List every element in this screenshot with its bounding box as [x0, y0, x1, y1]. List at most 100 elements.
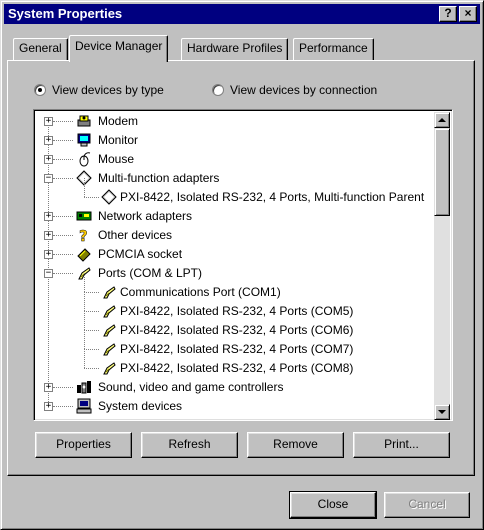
tree-child-item[interactable]: PXI-8422, Isolated RS-232, 4 Ports (COM6… [36, 311, 434, 340]
question-icon: ? [76, 227, 92, 246]
tree-connector [84, 273, 85, 292]
svg-text:?: ? [79, 227, 88, 243]
tree-connector [53, 235, 73, 236]
title-bar[interactable]: System Properties ? × [4, 4, 480, 24]
tab-hardware-profiles[interactable]: Hardware Profiles [181, 38, 289, 60]
computer-icon [76, 398, 92, 414]
tree-item-label: System devices [98, 399, 183, 413]
system-properties-window: System Properties ? × General Device Man… [0, 0, 484, 530]
tree-connector [84, 292, 85, 311]
expand-icon[interactable]: + [44, 155, 53, 164]
expand-icon[interactable]: + [44, 136, 53, 145]
properties-button[interactable]: Properties [35, 432, 132, 458]
tree-connector [84, 349, 99, 350]
tree-category-item[interactable]: + PCMCIA socket [36, 245, 434, 264]
device-tree[interactable]: + Modem + Monitor + Mouse − Multi-function adap… [33, 109, 453, 421]
tree-connector [53, 178, 73, 179]
tree-category-item[interactable]: + Network adapters [36, 207, 434, 226]
expand-icon[interactable]: + [44, 402, 53, 411]
tree-child-item[interactable]: PXI-8422, Isolated RS-232, 4 Ports (COM8… [36, 349, 434, 378]
scroll-thumb[interactable] [434, 128, 450, 216]
tree-connector [84, 197, 99, 198]
refresh-button[interactable]: Refresh [141, 432, 238, 458]
arrow-up-icon [438, 118, 446, 122]
radio-view-by-connection[interactable]: View devices by connection [212, 81, 377, 99]
tree-item-label: Modem [98, 114, 139, 128]
tree-connector [84, 178, 85, 197]
tree-item-label: Communications Port (COM1) [120, 285, 281, 299]
tree-item-label: PXI-8422, Isolated RS-232, 4 Ports (COM5… [120, 304, 354, 318]
radio-button-checked[interactable] [34, 84, 46, 96]
expand-icon[interactable]: + [44, 117, 53, 126]
tree-connector [84, 330, 85, 349]
tree-item-label: Other devices [98, 228, 173, 242]
tree-category-item[interactable]: − Multi-function adapters [36, 169, 434, 188]
mouse-icon [76, 151, 92, 167]
tree-item-label: PCMCIA socket [98, 247, 183, 261]
tree-item-label: PXI-8422, Isolated RS-232, 4 Ports (COM8… [120, 361, 354, 375]
tree-connector [53, 387, 73, 388]
sound-icon [76, 379, 92, 395]
expand-icon[interactable]: + [44, 250, 53, 259]
refresh-label: Refresh [168, 437, 211, 451]
vertical-scrollbar[interactable] [434, 112, 450, 420]
scroll-down-button[interactable] [434, 404, 450, 420]
close-icon[interactable]: × [459, 6, 477, 22]
tree-item-label: Mouse [98, 152, 135, 166]
tree-connector [84, 368, 99, 369]
tree-item-label: Sound, video and game controllers [98, 380, 284, 394]
tree-connector [84, 292, 99, 293]
radio-button[interactable] [212, 84, 224, 96]
tree-child-item[interactable]: Communications Port (COM1) [36, 273, 434, 302]
tree-child-item[interactable]: PXI-8422, Isolated RS-232, 4 Ports (COM7… [36, 330, 434, 359]
tree-connector [53, 273, 73, 274]
radio-view-by-type[interactable]: View devices by type [34, 81, 164, 99]
tab-device-manager[interactable]: Device Manager [69, 35, 169, 62]
close-button[interactable]: Close [289, 491, 377, 519]
scroll-up-button[interactable] [434, 112, 450, 128]
tree-connector [53, 216, 73, 217]
port-icon [101, 322, 117, 338]
tree-category-item[interactable]: + Mouse [36, 150, 434, 169]
multifunction-adapter-icon [101, 189, 117, 205]
cancel-label: Cancel [408, 497, 446, 511]
help-button[interactable]: ? [439, 6, 457, 22]
expand-icon[interactable]: + [44, 231, 53, 240]
tree-child-item[interactable]: PXI-8422, Isolated RS-232, 4 Ports, Mult… [36, 178, 434, 207]
tree-item-label: PXI-8422, Isolated RS-232, 4 Ports (COM7… [120, 342, 354, 356]
print-button[interactable]: Print... [353, 432, 450, 458]
tree-item-label: PXI-8422, Isolated RS-232, 4 Ports (COM6… [120, 323, 354, 337]
tree-connector [84, 330, 99, 331]
tree-category-item[interactable]: + Sound, video and game controllers [36, 378, 434, 397]
properties-label: Properties [56, 437, 111, 451]
port-icon [101, 341, 117, 357]
expand-icon[interactable]: + [44, 383, 53, 392]
tab-performance[interactable]: Performance [293, 38, 374, 60]
tree-item-label: PXI-8422, Isolated RS-232, 4 Ports, Mult… [120, 190, 425, 204]
tree-category-item[interactable]: + System devices [36, 397, 434, 416]
tree-child-item[interactable]: PXI-8422, Isolated RS-232, 4 Ports (COM5… [36, 292, 434, 321]
radio-label: View devices by type [52, 83, 164, 97]
pcmcia-icon [76, 246, 92, 262]
tree-category-item[interactable]: − Ports (COM & LPT) [36, 264, 434, 283]
close-label: Close [317, 497, 349, 511]
tree-category-item[interactable]: + Modem [36, 112, 434, 131]
remove-button[interactable]: Remove [247, 432, 344, 458]
tree-item-label: Network adapters [98, 209, 193, 223]
radio-label: View devices by connection [230, 83, 378, 97]
tree-connector [53, 140, 73, 141]
tree-connector [84, 311, 99, 312]
monitor-icon [76, 132, 92, 148]
tree-connector [53, 254, 73, 255]
tree-connector [84, 349, 85, 368]
collapse-icon[interactable]: − [44, 174, 53, 183]
device-tree-list: + Modem + Monitor + Mouse − Multi-function adap… [36, 112, 434, 420]
collapse-icon[interactable]: − [44, 269, 53, 278]
tree-category-item[interactable]: + Monitor [36, 131, 434, 150]
port-icon [101, 360, 117, 376]
port-icon [101, 303, 117, 319]
expand-icon[interactable]: + [44, 212, 53, 221]
cancel-button[interactable]: Cancel [384, 492, 470, 518]
tree-category-item[interactable]: +? Other devices [36, 226, 434, 245]
tab-general[interactable]: General [13, 38, 68, 60]
